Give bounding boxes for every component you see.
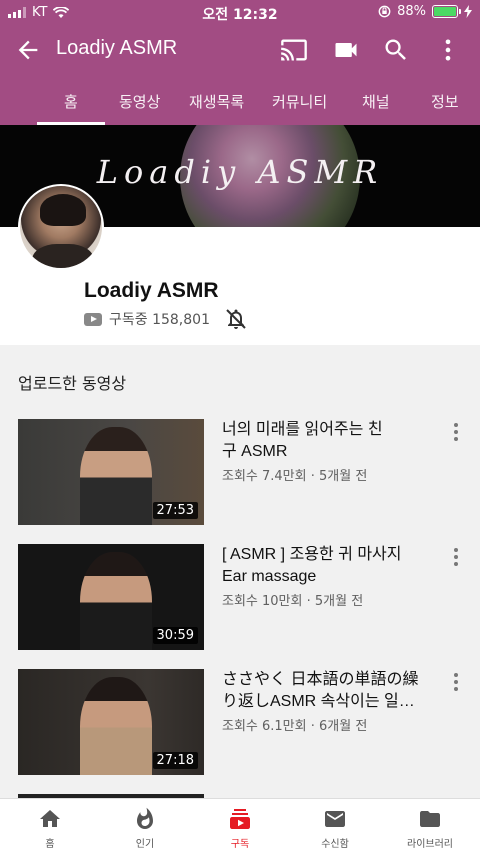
channel-name: Loadiy ASMR	[84, 279, 219, 302]
more-vert-icon[interactable]	[434, 36, 462, 64]
channel-header: KT 오전 12:32 88% Loadiy ASMR 홈 동영상 재생목록 커…	[0, 0, 480, 125]
status-right: 88%	[378, 4, 472, 19]
tab-community[interactable]: 커뮤니티	[272, 91, 327, 112]
video-item[interactable]: 27:18 ささやく 日本語の単語の繰 り返しASMR 속삭이는 일… 조회수 6…	[18, 669, 458, 775]
tab-playlists[interactable]: 재생목록	[189, 91, 244, 112]
nav-library[interactable]: 라이브러리	[390, 807, 470, 850]
youtube-icon	[84, 312, 102, 326]
charging-icon	[464, 5, 472, 18]
video-thumbnail[interactable]: 27:53	[18, 419, 204, 525]
tab-home[interactable]: 홈	[64, 91, 78, 112]
subscriber-count: 구독중 158,801	[109, 312, 210, 328]
video-meta: 조회수 6.1만회 · 6개월 전	[222, 719, 368, 734]
video-duration: 30:59	[152, 627, 198, 644]
video-duration: 27:53	[152, 502, 198, 519]
channel-avatar[interactable]	[18, 184, 104, 270]
search-icon[interactable]	[382, 36, 410, 64]
back-arrow-icon[interactable]	[14, 36, 42, 64]
section-title: 업로드한 동영상	[18, 374, 127, 393]
video-title[interactable]: 너의 미래를 읽어주는 친구 ASMR	[222, 419, 434, 463]
video-meta: 조회수 10만회 · 5개월 전	[222, 594, 364, 609]
video-title[interactable]: [ ASMR ] 조용한 귀 마사지 Ear massage	[222, 544, 434, 588]
home-icon	[40, 810, 60, 827]
video-thumbnail[interactable]: 27:18	[18, 669, 204, 775]
video-title[interactable]: ささやく 日本語の単語の繰 り返しASMR 속삭이는 일…	[222, 669, 434, 713]
video-duration: 27:18	[152, 752, 198, 769]
video-item[interactable]: 30:59 [ ASMR ] 조용한 귀 마사지 Ear massage 조회수 …	[18, 544, 458, 650]
video-more-icon[interactable]	[450, 546, 462, 568]
cast-icon[interactable]	[280, 36, 308, 64]
bottom-nav: 홈 인기 구독 수신함 라이브러리	[0, 798, 480, 853]
notification-off-icon[interactable]	[224, 307, 248, 331]
trending-icon	[137, 807, 153, 829]
status-bar: KT 오전 12:32 88%	[0, 0, 480, 26]
app-bar-title: Loadiy ASMR	[56, 37, 178, 59]
video-more-icon[interactable]	[450, 421, 462, 443]
subscriptions-icon	[230, 809, 250, 829]
battery-percent: 88%	[397, 4, 426, 19]
app-bar: Loadiy ASMR	[0, 28, 480, 72]
battery-icon	[432, 5, 461, 18]
nav-subscriptions[interactable]: 구독	[200, 807, 280, 850]
tab-channels[interactable]: 채널	[362, 91, 390, 112]
nav-trending[interactable]: 인기	[105, 807, 185, 850]
video-more-icon[interactable]	[450, 671, 462, 693]
tab-videos[interactable]: 동영상	[119, 91, 160, 112]
tab-about[interactable]: 정보	[431, 91, 459, 112]
video-item[interactable]: 27:53 너의 미래를 읽어주는 친구 ASMR 조회수 7.4만회 · 5개…	[18, 419, 458, 525]
inbox-icon	[325, 811, 345, 827]
subscription-row[interactable]: 구독중 158,801	[84, 309, 210, 329]
nav-inbox[interactable]: 수신함	[295, 807, 375, 850]
video-meta: 조회수 7.4만회 · 5개월 전	[222, 469, 368, 484]
camera-icon[interactable]	[332, 36, 360, 64]
channel-tabs: 홈 동영상 재생목록 커뮤니티 채널 정보	[0, 78, 480, 125]
video-thumbnail[interactable]: 30:59	[18, 544, 204, 650]
nav-home[interactable]: 홈	[10, 807, 90, 850]
orientation-lock-icon	[378, 5, 391, 18]
library-icon	[420, 811, 440, 827]
